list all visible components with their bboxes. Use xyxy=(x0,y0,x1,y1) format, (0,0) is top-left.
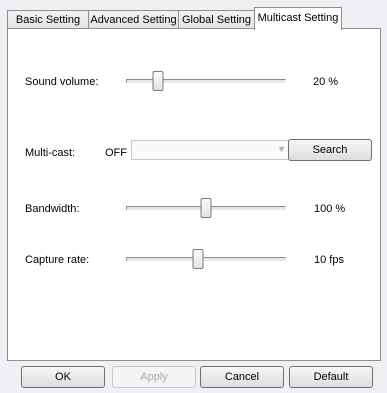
tab-basic-setting[interactable]: Basic Setting xyxy=(7,10,89,29)
settings-panel: Sound volume: 20 % Multi-cast: OFF ▼ Sea… xyxy=(7,28,381,361)
slider-track xyxy=(126,257,286,261)
sound-volume-value: 20 % xyxy=(313,76,339,88)
sound-volume-slider[interactable] xyxy=(126,71,286,91)
capture-rate-slider[interactable] xyxy=(126,249,286,269)
slider-thumb[interactable] xyxy=(200,198,212,218)
capture-rate-value: 10 fps xyxy=(314,254,344,266)
capture-rate-label: Capture rate: xyxy=(25,254,90,266)
multicast-label: Multi-cast: xyxy=(25,147,76,159)
default-button[interactable]: Default xyxy=(289,366,373,388)
bandwidth-value: 100 % xyxy=(314,203,346,215)
bandwidth-slider[interactable] xyxy=(126,198,286,218)
sound-volume-label: Sound volume: xyxy=(25,76,99,88)
tab-advanced-setting[interactable]: Advanced Setting xyxy=(88,10,179,29)
search-button[interactable]: Search xyxy=(288,139,372,161)
chevron-down-icon: ▼ xyxy=(277,144,286,154)
ok-button[interactable]: OK xyxy=(21,366,105,388)
slider-thumb[interactable] xyxy=(192,249,204,269)
bandwidth-label: Bandwidth: xyxy=(25,203,80,215)
tab-global-setting[interactable]: Global Setting xyxy=(178,10,255,29)
slider-track xyxy=(126,79,286,83)
slider-thumb[interactable] xyxy=(152,71,164,91)
tab-multicast-setting[interactable]: Multicast Setting xyxy=(254,7,342,30)
multicast-state: OFF xyxy=(105,147,127,159)
multicast-dropdown[interactable]: ▼ xyxy=(131,140,293,160)
apply-button[interactable]: Apply xyxy=(112,366,196,388)
cancel-button[interactable]: Cancel xyxy=(200,366,284,388)
